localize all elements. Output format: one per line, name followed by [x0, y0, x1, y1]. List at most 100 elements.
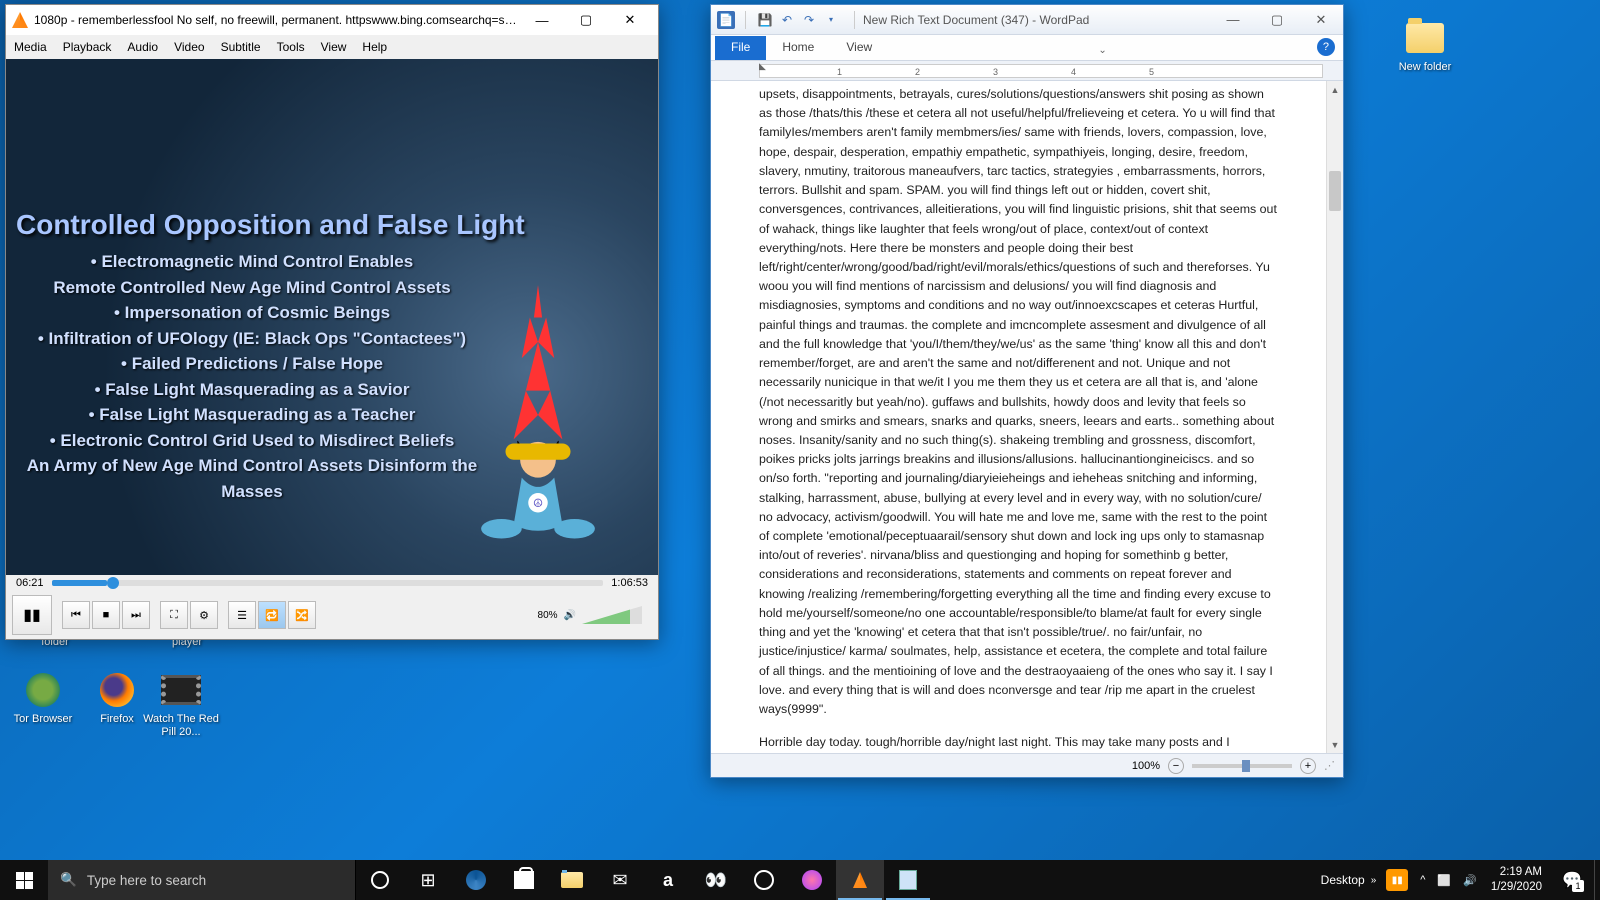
chevron-right-icon[interactable]: » [1371, 875, 1381, 886]
cortana-button[interactable] [356, 860, 404, 900]
taskbar: 🔍 Type here to search ⊞ ✉ a 👀 Desktop » … [0, 860, 1600, 900]
mute-icon[interactable]: 🔊 [564, 610, 576, 621]
save-icon[interactable]: 💾 [756, 11, 774, 29]
menu-playback[interactable]: Playback [63, 40, 112, 54]
loop-button[interactable]: 🔁 [258, 601, 286, 629]
tray-volume-icon[interactable]: 🔊 [1457, 860, 1483, 900]
taskbar-app1[interactable] [740, 860, 788, 900]
start-button[interactable] [0, 860, 48, 900]
taskbar-tripadvisor[interactable]: 👀 [692, 860, 740, 900]
ribbon-collapse-icon[interactable]: ⌄ [1092, 45, 1112, 60]
menu-tools[interactable]: Tools [277, 40, 305, 54]
tray-network-icon[interactable]: ⬜ [1431, 860, 1457, 900]
vlc-menubar: Media Playback Audio Video Subtitle Tool… [6, 35, 658, 59]
close-button[interactable]: ✕ [1299, 5, 1343, 35]
document-body[interactable]: upsets, disappointments, betrayals, cure… [711, 81, 1326, 753]
menu-audio[interactable]: Audio [127, 40, 158, 54]
menu-help[interactable]: Help [362, 40, 387, 54]
tab-home[interactable]: Home [766, 36, 830, 60]
maximize-button[interactable]: ▢ [564, 5, 608, 35]
desktop-icon-tor[interactable]: Tor Browser [6, 670, 80, 726]
taskbar-amazon[interactable]: a [644, 860, 692, 900]
wordpad-statusbar: 100% − + ⋰ [711, 753, 1343, 777]
folder-icon [1405, 18, 1445, 58]
search-box[interactable]: 🔍 Type here to search [48, 860, 356, 900]
edge-icon [466, 870, 486, 890]
taskbar-explorer[interactable] [548, 860, 596, 900]
taskbar-app2[interactable] [788, 860, 836, 900]
desktop-icon-video-file[interactable]: Watch The Red Pill 20... [142, 670, 220, 739]
zoom-in-button[interactable]: + [1300, 758, 1316, 774]
taskbar-store[interactable] [500, 860, 548, 900]
action-center-button[interactable]: 💬1 [1550, 860, 1594, 900]
close-button[interactable]: ✕ [608, 5, 652, 35]
wordpad-titlebar[interactable]: 📄 💾 ↶ ↷ ▾ New Rich Text Document (347) -… [711, 5, 1343, 35]
playlist-button[interactable]: ☰ [228, 601, 256, 629]
volume-label: 80% [538, 610, 558, 621]
zoom-out-button[interactable]: − [1168, 758, 1184, 774]
ruler[interactable]: ◣ 1 2 3 4 5 [711, 61, 1343, 81]
taskbar-wordpad[interactable] [884, 860, 932, 900]
vlc-video-area[interactable]: ☮ Controlled Opposition and False Light … [6, 59, 658, 575]
gradient-circle-icon [802, 870, 822, 890]
ext-settings-button[interactable]: ⚙ [190, 601, 218, 629]
vlc-titlebar[interactable]: 1080p - rememberlessfool No self, no fre… [6, 5, 658, 35]
play-pause-button[interactable]: ▮▮ [12, 595, 52, 635]
resize-grip-icon[interactable]: ⋰ [1324, 759, 1335, 772]
vertical-scrollbar[interactable]: ▲ ▼ [1326, 81, 1343, 753]
video-overlay-text: Controlled Opposition and False Light • … [16, 209, 488, 504]
show-desktop-button[interactable] [1594, 860, 1600, 900]
tab-view[interactable]: View [830, 36, 888, 60]
qat-dropdown-icon[interactable]: ▾ [822, 11, 840, 29]
zoom-slider[interactable] [1192, 764, 1292, 768]
tray-overflow-icon[interactable]: ^ [1414, 860, 1431, 900]
taskbar-vlc[interactable] [836, 860, 884, 900]
stop-button[interactable]: ■ [92, 601, 120, 629]
svg-text:☮: ☮ [533, 498, 543, 510]
time-total: 1:06:53 [611, 577, 648, 589]
task-view-button[interactable]: ⊞ [404, 860, 452, 900]
taskbar-mail[interactable]: ✉ [596, 860, 644, 900]
next-button[interactable]: ⏭ [122, 601, 150, 629]
windows-logo-icon [16, 872, 33, 889]
menu-video[interactable]: Video [174, 40, 204, 54]
vlc-cone-icon [853, 872, 867, 888]
video-heading: Controlled Opposition and False Light [16, 209, 488, 241]
menu-subtitle[interactable]: Subtitle [221, 40, 261, 54]
prev-button[interactable]: ⏮ [62, 601, 90, 629]
vlc-window: 1080p - rememberlessfool No self, no fre… [5, 4, 659, 640]
taskbar-edge[interactable] [452, 860, 500, 900]
zoom-label: 100% [1132, 760, 1160, 772]
menu-view[interactable]: View [321, 40, 347, 54]
minimize-button[interactable]: — [520, 5, 564, 35]
mail-icon: ✉ [612, 870, 627, 891]
help-icon[interactable]: ? [1317, 38, 1335, 56]
undo-icon[interactable]: ↶ [778, 11, 796, 29]
maximize-button[interactable]: ▢ [1255, 5, 1299, 35]
task-view-icon: ⊞ [420, 870, 435, 891]
document-paragraph: Horrible day today. tough/horrible day/n… [759, 733, 1278, 752]
scroll-down-icon[interactable]: ▼ [1327, 736, 1343, 753]
menu-media[interactable]: Media [14, 40, 47, 54]
vlc-window-title: 1080p - rememberlessfool No self, no fre… [34, 13, 520, 27]
taskbar-clock[interactable]: 2:19 AM 1/29/2020 [1483, 865, 1550, 895]
redo-icon[interactable]: ↷ [800, 11, 818, 29]
search-icon: 🔍 [60, 872, 77, 888]
firefox-icon [97, 670, 137, 710]
scroll-thumb[interactable] [1329, 171, 1341, 211]
volume-slider[interactable] [582, 606, 642, 624]
tray-app-icon[interactable]: ▮▮ [1380, 860, 1414, 900]
shuffle-button[interactable]: 🔀 [288, 601, 316, 629]
explorer-icon [561, 872, 583, 888]
scroll-up-icon[interactable]: ▲ [1327, 81, 1343, 98]
desktop-toolbar[interactable]: Desktop [1315, 873, 1371, 887]
wp-app-icon: 📄 [717, 11, 735, 29]
minimize-button[interactable]: — [1211, 5, 1255, 35]
clock-date: 1/29/2020 [1491, 880, 1542, 895]
desktop-icon-new-folder[interactable]: New folder [1388, 18, 1462, 74]
tab-file[interactable]: File [715, 36, 766, 60]
tripadvisor-icon: 👀 [705, 870, 727, 891]
seek-bar[interactable] [52, 580, 604, 586]
fullscreen-button[interactable]: ⛶ [160, 601, 188, 629]
document-paragraph: upsets, disappointments, betrayals, cure… [759, 85, 1278, 719]
